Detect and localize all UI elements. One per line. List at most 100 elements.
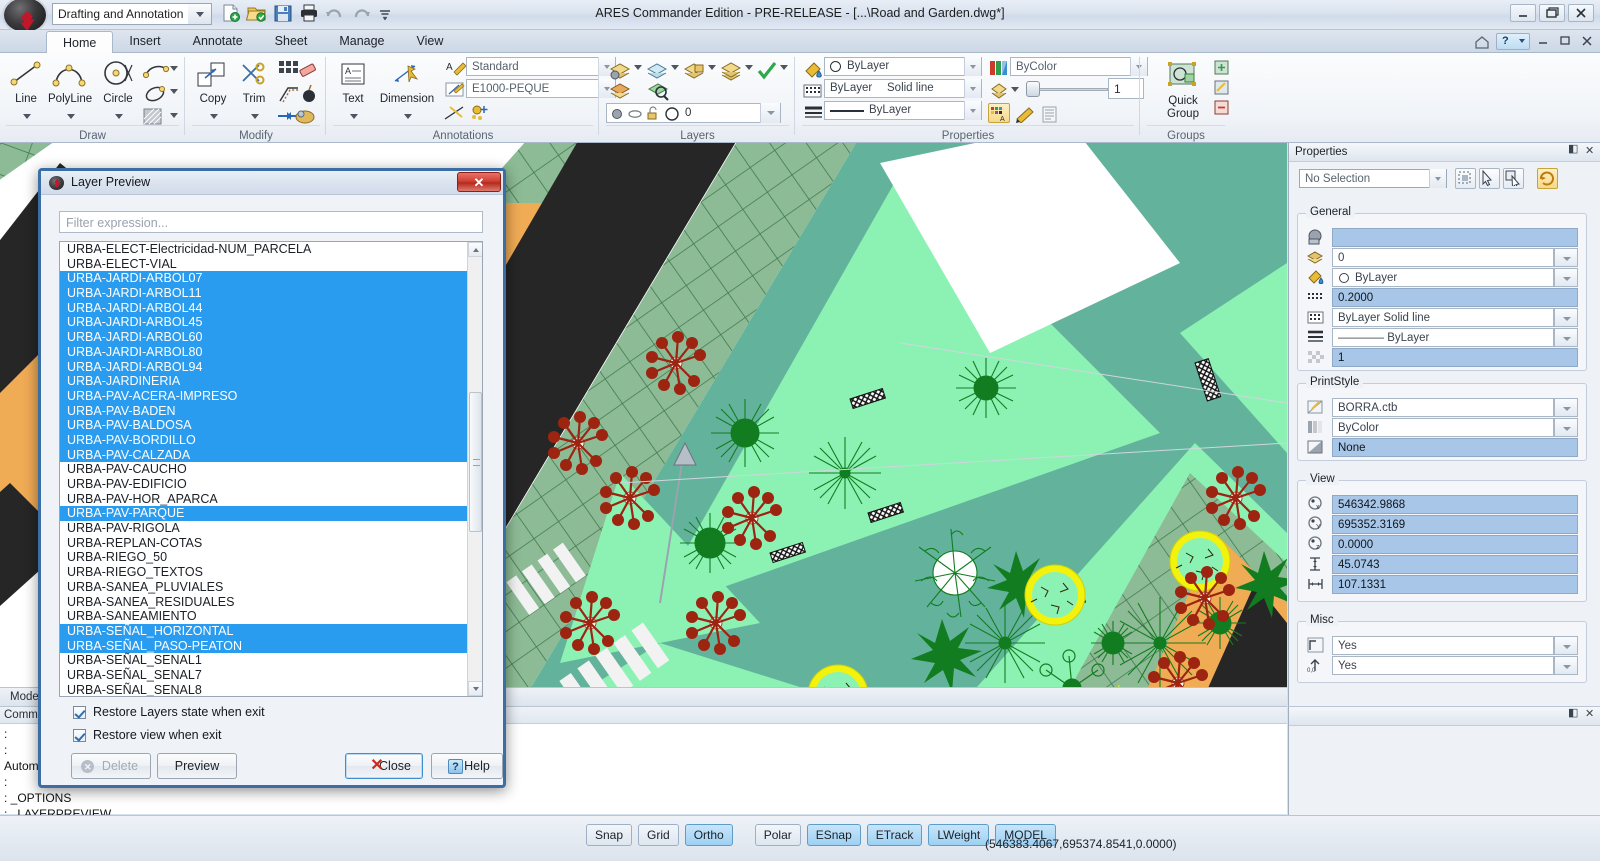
doc-close-icon[interactable] [1580, 34, 1596, 50]
restore-layers-checkbox[interactable] [73, 706, 86, 719]
status-ortho-button[interactable]: Ortho [685, 824, 733, 846]
chevron-down-icon[interactable] [67, 114, 75, 119]
status-esnap-button[interactable]: ESnap [807, 824, 861, 846]
status-snap-button[interactable]: Snap [586, 824, 632, 846]
layer-list-item[interactable]: URBA-PAV-ACERA-IMPRESO [60, 389, 468, 404]
chevron-down-icon[interactable] [210, 114, 218, 119]
view-center-z-field[interactable]: 0.0000 [1332, 535, 1578, 554]
filter-expression-input[interactable]: Filter expression... [59, 211, 483, 233]
layer-list-item[interactable]: URBA-JARDI-ARBOL60 [60, 330, 468, 345]
chevron-down-icon[interactable] [964, 79, 981, 98]
layer-list-item[interactable]: URBA-JARDI-ARBOL80 [60, 345, 468, 360]
linetype-icon[interactable] [802, 81, 824, 104]
transparency-slider[interactable] [1026, 81, 1108, 97]
view-center-x-field[interactable]: 546342.9868 [1332, 495, 1578, 514]
layer-list-item[interactable]: URBA-SANEA_PLUVIALES [60, 580, 468, 595]
layer-merge-icon[interactable] [608, 81, 634, 104]
transparency-icon[interactable] [988, 81, 1010, 104]
chevron-down-icon[interactable] [1554, 248, 1578, 267]
layer-list-item[interactable]: URBA-PAV-BALDOSA [60, 418, 468, 433]
lineweight-field[interactable]: 0.2000 [1332, 288, 1578, 307]
ucs-field[interactable]: Yes [1332, 636, 1554, 655]
chevron-down-icon[interactable] [170, 89, 178, 94]
layer-list-item[interactable]: URBA-SEÑAL_PASO-PEATON [60, 639, 468, 654]
object-color-field[interactable] [1332, 228, 1578, 247]
close-icon[interactable]: ✕ [1585, 146, 1596, 157]
chevron-down-icon[interactable] [780, 65, 788, 70]
layer-list-item[interactable]: URBA-SEÑAL_SENAL1 [60, 653, 468, 668]
linetype-combo[interactable]: ByLayer Solid line [824, 79, 982, 98]
layer-list-item[interactable]: URBA-SANEA_RESIDUALES [60, 595, 468, 610]
doc-minimize-icon[interactable] [1536, 34, 1552, 50]
model-tab[interactable]: Model [10, 691, 41, 703]
chevron-down-icon[interactable] [350, 114, 358, 119]
restore-button[interactable] [1539, 4, 1565, 22]
properties-list-icon[interactable] [1040, 105, 1060, 126]
tab-home[interactable]: Home [46, 31, 113, 54]
layer-list-item[interactable]: URBA-SANEAMIENTO [60, 609, 468, 624]
chevron-down-icon[interactable] [404, 114, 412, 119]
layer-list-item[interactable]: URBA-PAV-CALZADA [60, 448, 468, 463]
object-color-icon[interactable] [802, 59, 824, 82]
dimension-style-icon[interactable] [445, 81, 467, 104]
chevron-down-icon[interactable] [1554, 636, 1578, 655]
ucs-origin-field[interactable]: Yes [1332, 656, 1554, 675]
add-point-icon[interactable] [469, 103, 493, 126]
layer-list-item[interactable]: URBA-SEÑAL_SENAL8 [60, 683, 468, 697]
dialog-close-button[interactable]: ✕ [457, 172, 501, 192]
group-add-icon[interactable] [1213, 59, 1231, 80]
chevron-down-icon[interactable] [1554, 268, 1578, 287]
chevron-down-icon[interactable] [1554, 656, 1578, 675]
dimension-style-combo[interactable]: E1000-PEQUE [466, 79, 616, 98]
layer-list-item[interactable]: URBA-PAV-BADEN [60, 404, 468, 419]
chevron-down-icon[interactable] [170, 66, 178, 71]
layer-list-item[interactable]: URBA-PAV-BORDILLO [60, 433, 468, 448]
leader-icon[interactable] [443, 103, 467, 126]
layer-check-icon[interactable] [756, 59, 780, 84]
chevron-down-icon[interactable] [1429, 169, 1446, 188]
pin-icon[interactable] [1568, 710, 1579, 721]
status-grid-button[interactable]: Grid [638, 824, 679, 846]
draw-line-button[interactable]: Line [4, 59, 48, 105]
layer-list-item[interactable]: URBA-SEÑAL_SENAL7 [60, 668, 468, 683]
layer-isolate-icon[interactable] [719, 59, 745, 84]
quick-select-button[interactable] [1455, 168, 1476, 189]
status-etrack-button[interactable]: ETrack [867, 824, 923, 846]
chevron-down-icon[interactable] [634, 65, 642, 70]
chevron-down-icon[interactable] [170, 113, 178, 118]
pick-point-button[interactable] [1503, 168, 1524, 189]
pin-icon[interactable] [1568, 146, 1579, 157]
draw-hatch-button[interactable] [142, 107, 164, 130]
scrollbar-thumb[interactable] [469, 392, 482, 532]
layer-list-item[interactable]: URBA-SEÑAL_HORIZONTAL [60, 624, 468, 639]
chevron-down-icon[interactable] [671, 65, 679, 70]
linetype-field[interactable]: ByLayer Solid line [1332, 308, 1554, 327]
chevron-down-icon[interactable] [23, 114, 31, 119]
lineweight-icon[interactable] [802, 103, 824, 126]
layer-list-item[interactable]: URBA-JARDI-ARBOL07 [60, 271, 468, 286]
layer-list-item[interactable]: URBA-PAV-HOR_APARCA [60, 492, 468, 507]
text-style-icon[interactable]: A [445, 59, 467, 82]
chevron-down-icon[interactable] [1011, 87, 1019, 92]
delete-button[interactable]: ✕ Delete [71, 753, 151, 779]
layer-list-item[interactable]: URBA-REPLAN-COTAS [60, 536, 468, 551]
help-button[interactable]: ? Help [431, 753, 503, 779]
view-height-field[interactable]: 45.0743 [1332, 555, 1578, 574]
close-button[interactable] [1568, 4, 1594, 22]
chevron-down-icon[interactable] [964, 57, 981, 76]
chevron-down-icon[interactable] [115, 114, 123, 119]
draw-arc-button[interactable] [142, 61, 170, 84]
scroll-down-icon[interactable] [468, 681, 483, 696]
quick-group-button[interactable]: Quick Group [1155, 61, 1211, 120]
close-icon[interactable]: ✕ [1585, 709, 1596, 720]
annotate-dimension-button[interactable]: Dimension [373, 61, 441, 105]
preview-button[interactable]: Preview [157, 753, 237, 779]
scroll-up-icon[interactable] [468, 242, 483, 257]
layer-list-item[interactable]: URBA-ELECT-VIAL [60, 257, 468, 272]
text-style-combo[interactable]: Standard [466, 57, 616, 76]
layer-list-item[interactable]: URBA-JARDINERIA [60, 374, 468, 389]
transparency-field[interactable]: 1 [1332, 348, 1578, 367]
object-color-combo[interactable]: ByLayer [824, 57, 982, 76]
printstyle-combo[interactable]: ByColor [1010, 57, 1148, 76]
view-center-y-field[interactable]: 695352.3169 [1332, 515, 1578, 534]
